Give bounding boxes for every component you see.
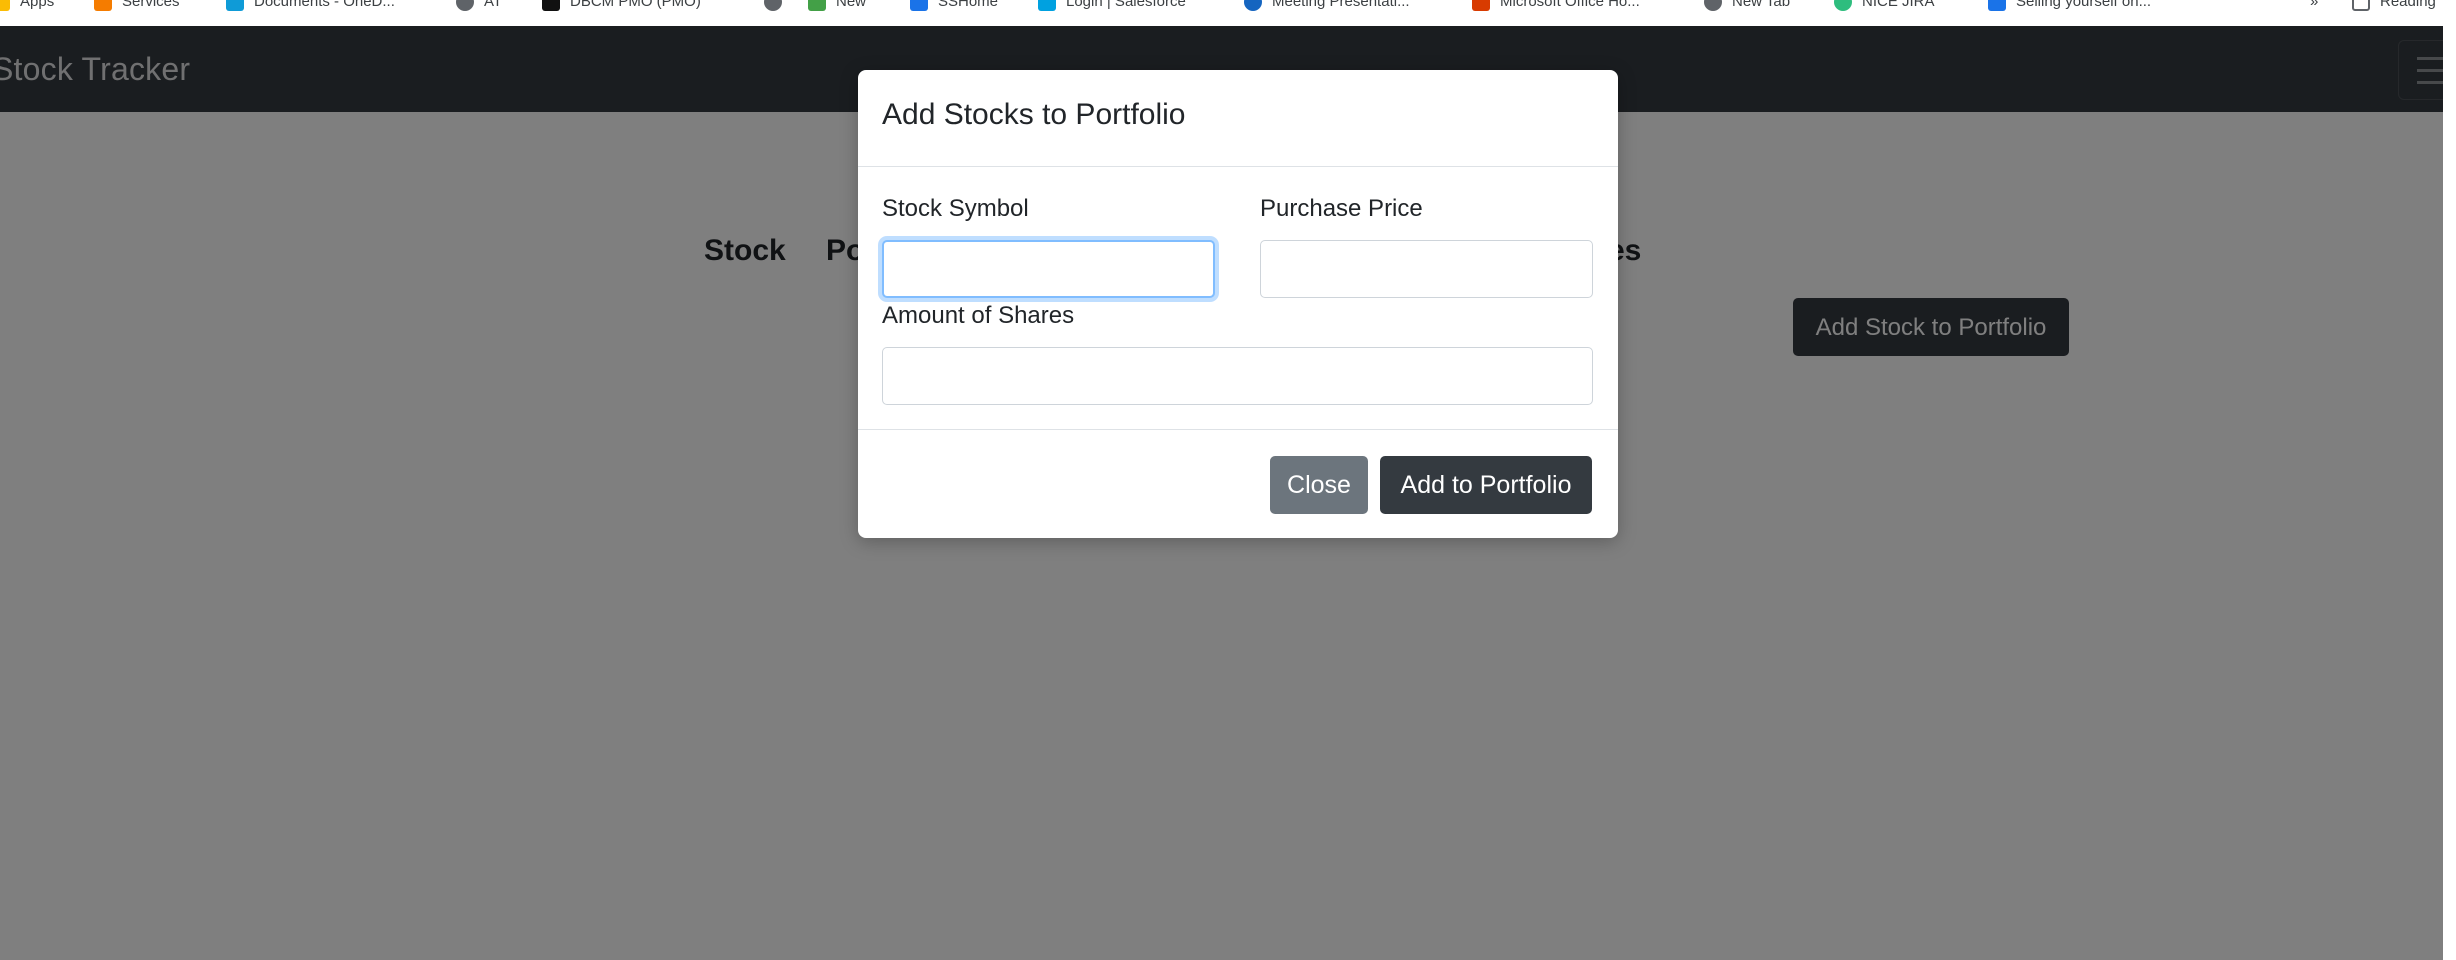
salesforce-icon bbox=[1038, 0, 1056, 11]
modal-header: Add Stocks to Portfolio bbox=[858, 70, 1618, 167]
meeting-icon bbox=[1244, 0, 1262, 11]
bookmarks-overflow-button[interactable]: » bbox=[2310, 0, 2318, 11]
purchase-price-input[interactable] bbox=[1260, 240, 1593, 298]
bookmark-jira[interactable]: NICE JIRA bbox=[1834, 0, 1935, 11]
bookmark-services[interactable]: Services bbox=[94, 0, 180, 11]
jira-icon bbox=[1834, 0, 1852, 11]
amount-of-shares-input[interactable] bbox=[882, 347, 1593, 405]
bookmark-meeting[interactable]: Meeting Presentati... bbox=[1244, 0, 1410, 11]
onedrive-folder-icon bbox=[226, 0, 244, 11]
apps-grid-icon bbox=[0, 0, 10, 11]
chart-icon bbox=[1988, 0, 2006, 11]
globe-icon bbox=[1704, 0, 1722, 11]
globe-icon bbox=[456, 0, 474, 11]
bookmark-at[interactable]: AT bbox=[456, 0, 502, 11]
office-icon bbox=[1472, 0, 1490, 11]
bookmark-new-tab[interactable]: New Tab bbox=[1704, 0, 1790, 11]
stock-symbol-label: Stock Symbol bbox=[882, 195, 1029, 222]
bookmark-salesforce[interactable]: Login | Salesforce bbox=[1038, 0, 1186, 11]
bookmark-apps[interactable]: Apps bbox=[0, 0, 54, 11]
chart-icon bbox=[910, 0, 928, 11]
arrow-icon bbox=[808, 0, 826, 11]
bookmark-documents[interactable]: Documents - OneD... bbox=[226, 0, 395, 11]
services-icon bbox=[94, 0, 112, 11]
bookmark-reading-list[interactable]: Reading bbox=[2352, 0, 2436, 11]
close-button[interactable]: Close bbox=[1270, 456, 1368, 514]
globe-icon bbox=[764, 0, 782, 11]
bookmarks-bar: Apps Services Documents - OneD... AT DBC… bbox=[0, 0, 2456, 27]
stock-symbol-input[interactable] bbox=[882, 240, 1215, 298]
reading-list-icon bbox=[2352, 0, 2370, 11]
modal-title: Add Stocks to Portfolio bbox=[882, 98, 1186, 131]
amount-of-shares-label: Amount of Shares bbox=[882, 302, 1075, 329]
bookmark-office[interactable]: Microsoft Office Ho... bbox=[1472, 0, 1640, 11]
add-stock-modal: Add Stocks to Portfolio Stock Symbol Pur… bbox=[858, 70, 1618, 538]
bookmark-selling[interactable]: Selling yourself on... bbox=[1988, 0, 2151, 11]
bookmark-sshome[interactable]: SSHome bbox=[910, 0, 998, 11]
add-to-portfolio-button[interactable]: Add to Portfolio bbox=[1380, 456, 1592, 514]
k-logo-icon bbox=[542, 0, 560, 11]
scrollbar-gutter bbox=[2443, 26, 2456, 960]
purchase-price-label: Purchase Price bbox=[1260, 195, 1423, 222]
bookmark-unnamed[interactable] bbox=[764, 0, 792, 11]
bookmark-new[interactable]: New bbox=[808, 0, 866, 11]
bookmark-dbcm-pmo[interactable]: DBCM PMO (PMO) bbox=[542, 0, 701, 11]
